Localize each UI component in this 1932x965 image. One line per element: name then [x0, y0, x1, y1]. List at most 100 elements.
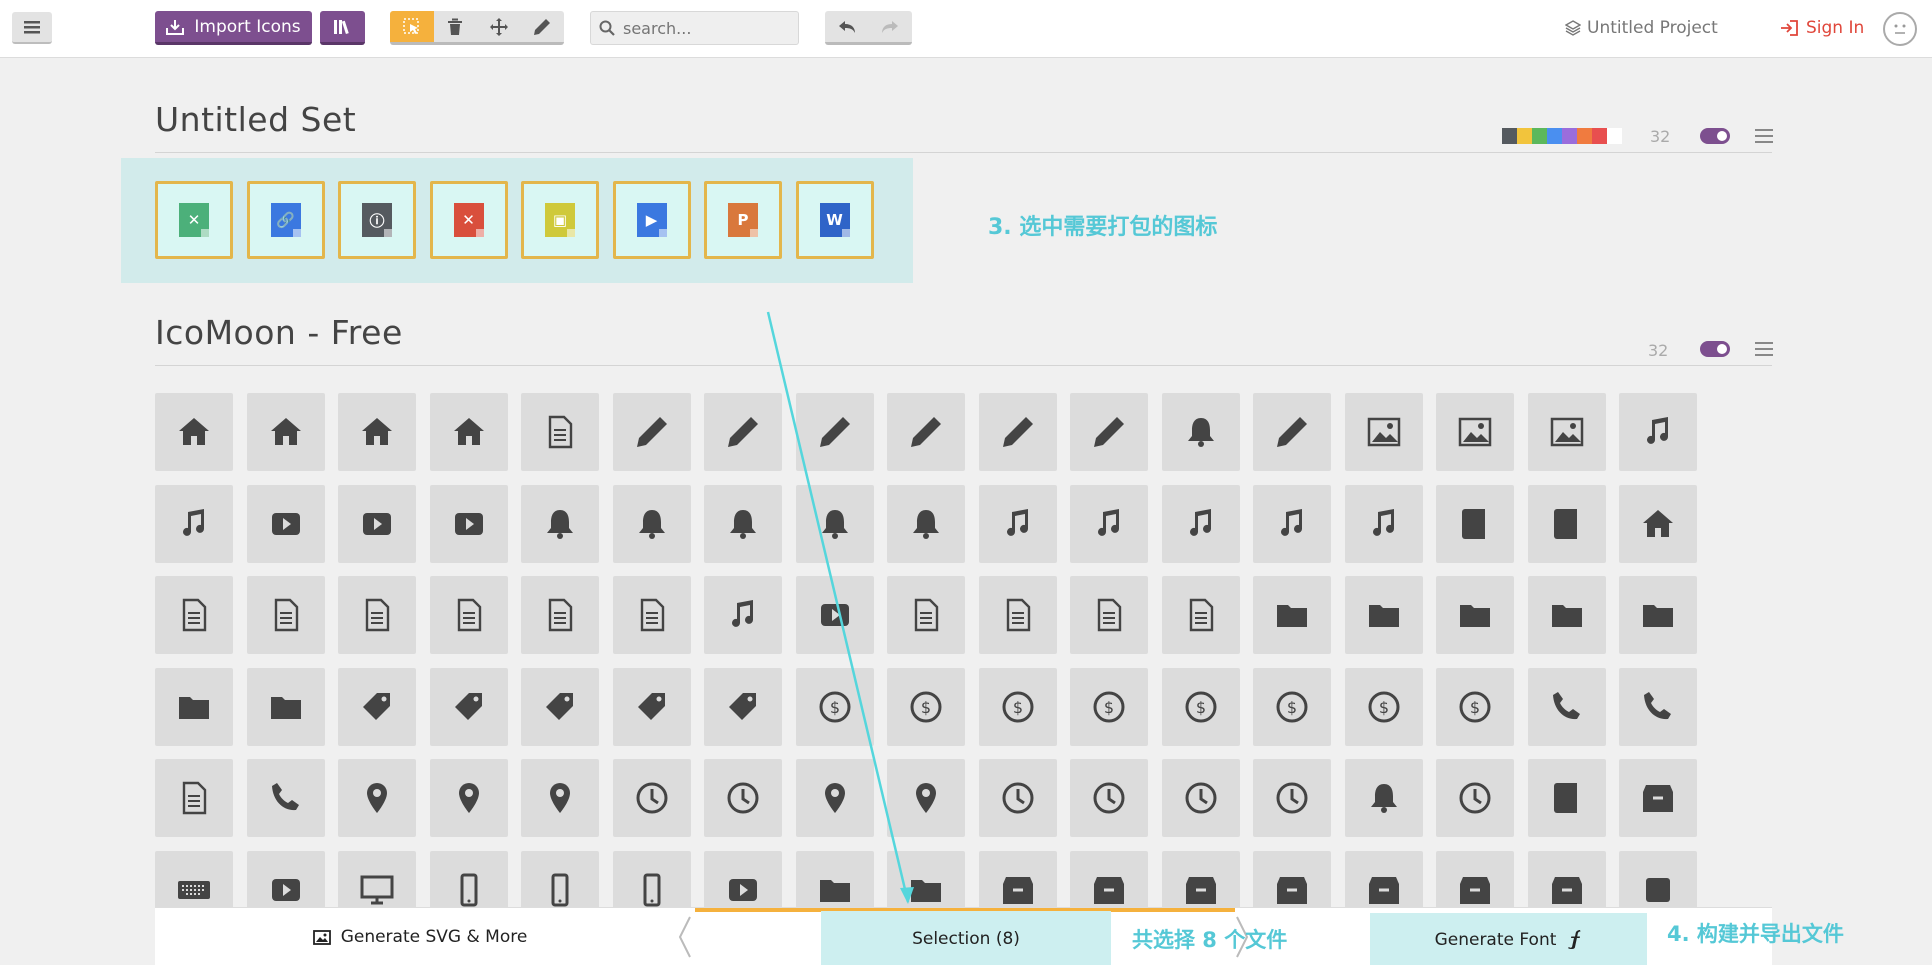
undo-button[interactable] [825, 11, 869, 42]
set-title-icomoon[interactable]: IcoMoon - Free [155, 313, 403, 352]
icon-tile[interactable] [1161, 576, 1240, 654]
icon-tile[interactable] [1253, 576, 1331, 654]
selected-icon-tile[interactable]: ✕ [155, 181, 233, 259]
set-menu-button[interactable] [1755, 342, 1773, 356]
icon-tile[interactable] [1161, 393, 1240, 471]
icon-tile[interactable] [612, 759, 691, 837]
color-swatch[interactable] [1532, 128, 1547, 144]
icon-tile[interactable] [1344, 393, 1423, 471]
selected-icon-tile[interactable]: ✕ [429, 181, 508, 259]
icon-tile[interactable] [338, 484, 416, 563]
icon-tile[interactable] [155, 667, 233, 746]
search-input[interactable] [623, 18, 783, 38]
icon-tile[interactable] [704, 484, 782, 563]
set-title-untitled[interactable]: Untitled Set [155, 100, 356, 139]
icon-tile[interactable] [1619, 576, 1697, 654]
delete-tool-button[interactable] [433, 11, 477, 42]
icon-tile[interactable]: $ [1253, 667, 1331, 746]
icon-tile[interactable] [1344, 484, 1423, 563]
icon-tile[interactable] [795, 393, 874, 471]
icon-size-value[interactable]: 32 [1648, 341, 1668, 360]
icon-tile[interactable] [1527, 484, 1606, 563]
icon-tile[interactable] [704, 759, 782, 837]
set-toggle[interactable] [1700, 341, 1730, 357]
icon-tile[interactable] [429, 393, 508, 471]
icon-library-button[interactable] [320, 11, 365, 45]
icon-tile[interactable] [338, 393, 416, 471]
color-swatch[interactable] [1547, 128, 1562, 144]
icon-tile[interactable] [795, 484, 874, 563]
icon-tile[interactable] [246, 759, 325, 837]
icon-tile[interactable] [1436, 576, 1514, 654]
icon-tile[interactable] [521, 576, 599, 654]
color-swatch[interactable] [1517, 128, 1532, 144]
select-tool-button[interactable] [390, 11, 434, 42]
icon-tile[interactable] [612, 484, 691, 563]
selected-icon-tile[interactable]: W [795, 181, 874, 259]
icon-tile[interactable] [978, 393, 1057, 471]
icon-tile[interactable] [338, 667, 416, 746]
icon-tile[interactable] [1070, 759, 1148, 837]
icon-tile[interactable]: $ [1070, 667, 1148, 746]
icon-tile[interactable] [1436, 759, 1514, 837]
icon-tile[interactable] [1253, 759, 1331, 837]
icon-tile[interactable] [1253, 484, 1331, 563]
icon-tile[interactable] [887, 393, 965, 471]
icon-tile[interactable] [1070, 576, 1148, 654]
icon-tile[interactable] [429, 484, 508, 563]
color-swatch[interactable] [1577, 128, 1592, 144]
icon-tile[interactable]: $ [1436, 667, 1514, 746]
icon-tile[interactable] [1527, 667, 1606, 746]
icon-tile[interactable] [338, 759, 416, 837]
icon-tile[interactable]: $ [795, 667, 874, 746]
icon-tile[interactable] [704, 576, 782, 654]
selected-icon-tile[interactable]: ⓘ [338, 181, 416, 259]
icon-tile[interactable] [155, 484, 233, 563]
icon-tile[interactable] [521, 393, 599, 471]
project-selector[interactable]: Untitled Project [1565, 14, 1718, 42]
icon-tile[interactable]: $ [978, 667, 1057, 746]
icon-tile[interactable] [1527, 759, 1606, 837]
sign-in-link[interactable]: Sign In [1780, 14, 1864, 42]
icon-tile[interactable] [521, 484, 599, 563]
icon-tile[interactable] [429, 759, 508, 837]
icon-tile[interactable] [246, 393, 325, 471]
icon-tile[interactable] [795, 759, 874, 837]
icon-tile[interactable] [429, 576, 508, 654]
icon-tile[interactable] [246, 667, 325, 746]
icon-tile[interactable] [1344, 576, 1423, 654]
import-icons-button[interactable]: Import Icons [155, 11, 312, 45]
icon-tile[interactable] [1161, 759, 1240, 837]
icon-tile[interactable] [1619, 393, 1697, 471]
color-swatch[interactable] [1592, 128, 1607, 144]
icon-tile[interactable] [246, 576, 325, 654]
icon-tile[interactable] [429, 667, 508, 746]
icon-tile[interactable]: $ [1161, 667, 1240, 746]
icon-tile[interactable] [338, 576, 416, 654]
icon-tile[interactable] [612, 667, 691, 746]
selected-icon-tile[interactable]: P [704, 181, 782, 259]
icon-tile[interactable] [155, 393, 233, 471]
icon-tile[interactable]: $ [887, 667, 965, 746]
icon-tile[interactable] [1161, 484, 1240, 563]
selection-button[interactable]: Selection (8) [821, 911, 1111, 965]
selected-icon-tile[interactable]: ▶ [612, 181, 691, 259]
icon-tile[interactable] [704, 393, 782, 471]
icon-tile[interactable] [155, 759, 233, 837]
icon-tile[interactable] [704, 667, 782, 746]
icon-tile[interactable] [887, 484, 965, 563]
icon-tile[interactable] [1344, 759, 1423, 837]
set-menu-button[interactable] [1755, 129, 1773, 143]
edit-tool-button[interactable] [520, 11, 564, 42]
icon-tile[interactable] [1253, 393, 1331, 471]
icon-tile[interactable] [1070, 484, 1148, 563]
generate-svg-button[interactable]: Generate SVG & More [155, 908, 685, 965]
icon-tile[interactable] [1619, 667, 1697, 746]
icon-tile[interactable] [521, 667, 599, 746]
icon-tile[interactable] [978, 576, 1057, 654]
icon-tile[interactable] [1619, 759, 1697, 837]
move-tool-button[interactable] [477, 11, 521, 42]
set-toggle[interactable] [1700, 128, 1730, 144]
icon-size-value[interactable]: 32 [1650, 127, 1670, 146]
icon-tile[interactable] [155, 576, 233, 654]
